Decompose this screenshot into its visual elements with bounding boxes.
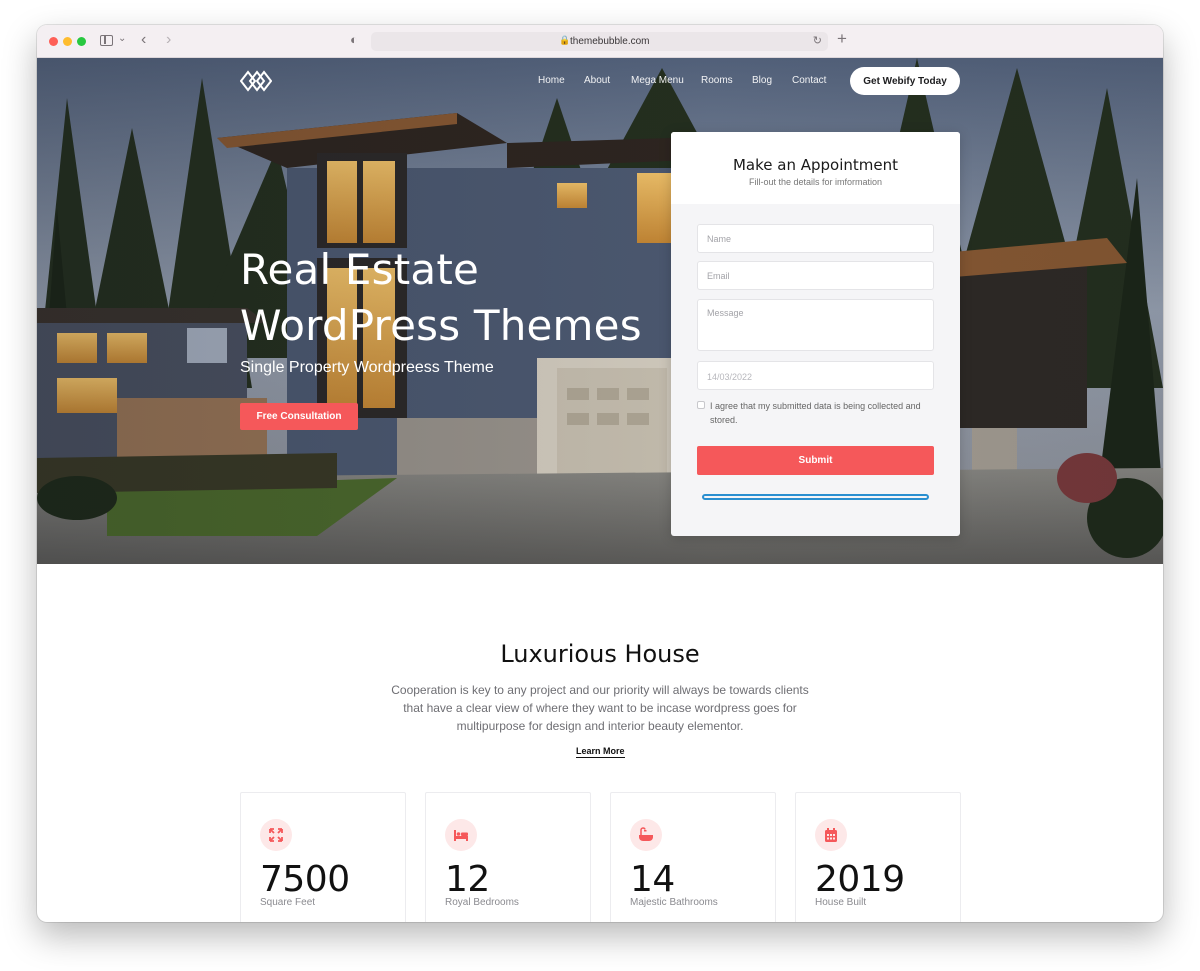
- privacy-shield-icon[interactable]: ◐: [350, 32, 358, 47]
- stat-label: House Built: [815, 897, 867, 908]
- stat-value: 7500: [260, 859, 350, 900]
- submit-button[interactable]: Submit: [697, 446, 934, 475]
- zoom-window-button[interactable]: [77, 37, 86, 46]
- address-url: themebubble.com: [570, 36, 650, 47]
- nav-mega-menu[interactable]: Mega Menu: [631, 75, 684, 86]
- reload-icon[interactable]: ↻: [813, 34, 822, 47]
- nav-contact[interactable]: Contact: [792, 75, 826, 86]
- back-arrow-icon[interactable]: ‹: [141, 31, 146, 49]
- hero-section: Home About Mega Menu Rooms Blog Contact …: [37, 58, 1163, 564]
- nav-rooms[interactable]: Rooms: [701, 75, 733, 86]
- bed-icon: [445, 819, 477, 851]
- address-bar[interactable]: 🔒 themebubble.com ↻: [371, 32, 828, 51]
- agree-label: I agree that my submitted data is being …: [710, 401, 921, 425]
- sidebar-toggle-icon[interactable]: [100, 35, 113, 46]
- stat-card-square-feet: 7500 Square Feet: [240, 792, 406, 922]
- appointment-subtitle: Fill-out the details for imformation: [748, 177, 883, 187]
- lock-icon: 🔒: [559, 35, 571, 45]
- nav-about[interactable]: About: [584, 75, 610, 86]
- learn-more-link[interactable]: Learn More: [576, 746, 625, 758]
- appointment-header: Make an Appointment Fill-out the details…: [671, 132, 960, 204]
- minimize-window-button[interactable]: [63, 37, 72, 46]
- forward-arrow-icon[interactable]: ›: [166, 31, 171, 49]
- nav-home[interactable]: Home: [538, 75, 565, 86]
- date-value: 14/03/2022: [707, 372, 753, 382]
- name-field[interactable]: [697, 224, 934, 253]
- stat-value: 12: [445, 859, 490, 900]
- message-field[interactable]: [697, 299, 934, 351]
- stat-label: Majestic Bathrooms: [630, 897, 718, 908]
- calendar-icon: [815, 819, 847, 851]
- hero-title: Real Estate WordPress Themes: [240, 245, 642, 350]
- appointment-form: Make an Appointment Fill-out the details…: [671, 132, 960, 536]
- hero-subtitle: Single Property Wordpreess Theme: [240, 359, 494, 376]
- nav-blog[interactable]: Blog: [752, 75, 772, 86]
- bathtub-icon: [630, 819, 662, 851]
- browser-toolbar: ⌄ ‹ › ◐ 🔒 themebubble.com ↻ +: [37, 25, 1163, 58]
- expand-arrows-icon: [260, 819, 292, 851]
- form-status-bar: [702, 494, 929, 500]
- stat-card-bathrooms: 14 Majestic Bathrooms: [610, 792, 776, 922]
- stat-value: 14: [630, 859, 675, 900]
- stat-card-bedrooms: 12 Royal Bedrooms: [425, 792, 591, 922]
- new-tab-icon[interactable]: +: [837, 29, 847, 49]
- get-webify-button[interactable]: Get Webify Today: [850, 67, 960, 95]
- chevron-down-icon[interactable]: ⌄: [118, 33, 126, 44]
- free-consultation-button[interactable]: Free Consultation: [240, 403, 358, 430]
- stat-card-house-built: 2019 House Built: [795, 792, 961, 922]
- site-logo-icon[interactable]: [240, 70, 272, 92]
- section-body: Cooperation is key to any project and ou…: [391, 683, 809, 733]
- appointment-title: Make an Appointment: [732, 156, 898, 174]
- browser-window: ⌄ ‹ › ◐ 🔒 themebubble.com ↻ + Home About…: [37, 25, 1163, 922]
- close-window-button[interactable]: [49, 37, 58, 46]
- email-field[interactable]: [697, 261, 934, 290]
- section-title: Luxurious House: [500, 640, 700, 668]
- stat-label: Royal Bedrooms: [445, 897, 519, 908]
- agree-checkbox[interactable]: [697, 401, 705, 409]
- stat-value: 2019: [815, 859, 905, 900]
- stat-label: Square Feet: [260, 897, 316, 908]
